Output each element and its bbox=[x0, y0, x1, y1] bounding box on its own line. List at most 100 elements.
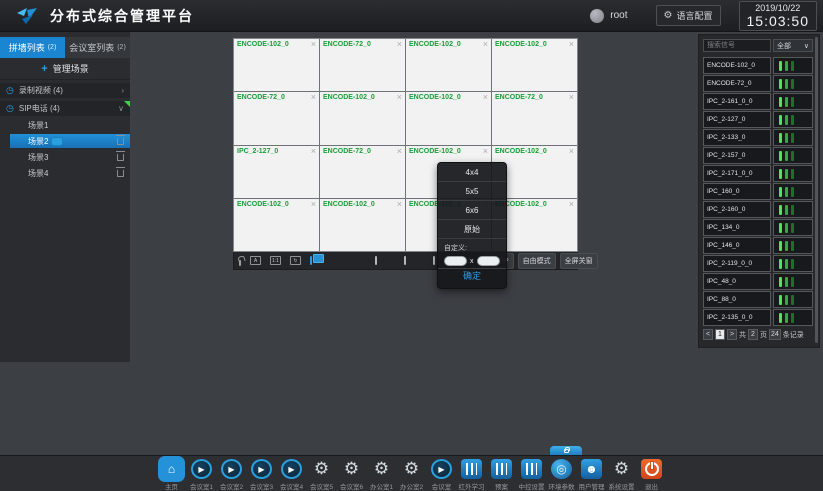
wall-cell[interactable]: ENCODE-102_0 × bbox=[234, 39, 319, 91]
close-icon[interactable]: × bbox=[311, 146, 316, 156]
wall-cell[interactable]: ENCODE-102_0 × bbox=[320, 199, 405, 251]
wall-mode-button[interactable]: 自由模式 bbox=[518, 253, 556, 269]
dock-item[interactable]: ▶ 会议室 bbox=[428, 459, 456, 491]
wall-cell[interactable]: ENCODE-72_0 × bbox=[320, 39, 405, 91]
wall-cell[interactable]: ENCODE-102_0 × bbox=[406, 92, 491, 144]
close-icon[interactable]: × bbox=[569, 39, 574, 49]
layout-columns-icon[interactable] bbox=[433, 256, 435, 265]
wall-cell[interactable]: ENCODE-102_0 × bbox=[234, 199, 319, 251]
current-page[interactable]: 1 bbox=[715, 329, 725, 340]
close-icon[interactable]: × bbox=[483, 146, 488, 156]
signal-list-item[interactable]: ENCODE-72_0 bbox=[703, 75, 813, 92]
signal-list-item[interactable]: IPC_2-160_0 bbox=[703, 201, 813, 218]
scrollbar[interactable] bbox=[815, 37, 818, 343]
close-icon[interactable]: × bbox=[569, 92, 574, 102]
dock-item-label: 会议室5 bbox=[310, 481, 333, 491]
layout-menu-item[interactable]: 原始 bbox=[438, 220, 506, 239]
dock-item[interactable]: ⚙ 会议室5 bbox=[308, 459, 336, 491]
close-icon[interactable]: × bbox=[397, 92, 402, 102]
search-input[interactable] bbox=[703, 39, 771, 52]
signal-list-item[interactable]: IPC_160_0 bbox=[703, 183, 813, 200]
unlock-icon[interactable] bbox=[239, 260, 241, 266]
wall-cell[interactable]: IPC_2-127_0 × bbox=[234, 146, 319, 198]
custom-rows-input[interactable] bbox=[477, 256, 500, 266]
sidebar-tab[interactable]: 拼墙列表 (2) bbox=[0, 37, 65, 58]
signal-list-item[interactable]: IPC_2-119_0_0 bbox=[703, 255, 813, 272]
confirm-button[interactable]: 确定 bbox=[438, 269, 506, 284]
close-icon[interactable]: × bbox=[397, 39, 402, 49]
dock-item[interactable]: ▶ 会议室1 bbox=[188, 459, 216, 491]
signal-filter-select[interactable]: 全部 ∨ bbox=[773, 39, 813, 52]
layout-quad-icon[interactable] bbox=[404, 256, 406, 265]
scene-item[interactable]: 场景4 bbox=[10, 166, 130, 180]
close-icon[interactable]: × bbox=[483, 39, 488, 49]
wall-cell[interactable]: ENCODE-102_0 × bbox=[406, 39, 491, 91]
tree-group-row[interactable]: ◷ 录制视频 (4) › bbox=[0, 83, 130, 98]
next-page-button[interactable]: > bbox=[727, 329, 737, 340]
dock-item[interactable]: 预案 bbox=[488, 459, 516, 491]
signal-list-item[interactable]: IPC_2-127_0 bbox=[703, 111, 813, 128]
signal-list-item[interactable]: ENCODE-102_0 bbox=[703, 57, 813, 74]
close-icon[interactable]: × bbox=[311, 92, 316, 102]
close-icon[interactable]: × bbox=[311, 199, 316, 209]
wall-mode-button[interactable]: 全屏关窗 bbox=[560, 253, 598, 269]
signal-list-item[interactable]: IPC_48_0 bbox=[703, 273, 813, 290]
tree-group-row[interactable]: ◷ SIP电话 (4) ∨ bbox=[0, 101, 130, 116]
dock-item[interactable]: ▶ 会议室4 bbox=[278, 459, 306, 491]
manage-scene-button[interactable]: + 管理场景 bbox=[0, 58, 130, 80]
close-icon[interactable]: × bbox=[569, 199, 574, 209]
dock-item[interactable]: 红外学习 bbox=[458, 459, 486, 491]
trash-icon[interactable] bbox=[117, 154, 124, 161]
dock-item[interactable]: ▶ 会议室3 bbox=[248, 459, 276, 491]
dock-item[interactable]: 退出 bbox=[638, 459, 666, 491]
screen-icon[interactable] bbox=[310, 256, 312, 265]
signal-list-item[interactable]: IPC_2-161_0_0 bbox=[703, 93, 813, 110]
dock-item[interactable]: ⚙ 会议室6 bbox=[338, 459, 366, 491]
trash-icon[interactable] bbox=[117, 138, 124, 145]
custom-cols-input[interactable] bbox=[444, 256, 467, 266]
signal-list-item[interactable]: IPC_2-157_0 bbox=[703, 147, 813, 164]
signal-list-item[interactable]: IPC_134_0 bbox=[703, 219, 813, 236]
prev-page-button[interactable]: < bbox=[703, 329, 713, 340]
signal-list-item[interactable]: IPC_88_0 bbox=[703, 291, 813, 308]
play-icon: ▶ bbox=[281, 459, 302, 479]
wall-cell[interactable]: ENCODE-72_0 × bbox=[320, 146, 405, 198]
font-a-icon[interactable]: A bbox=[250, 256, 261, 265]
signal-list-item[interactable]: IPC_2-171_0_0 bbox=[703, 165, 813, 182]
ratio-1-1-icon[interactable]: 1:1 bbox=[270, 256, 281, 265]
close-icon[interactable]: × bbox=[397, 199, 402, 209]
refresh-icon[interactable]: ↻ bbox=[290, 256, 301, 265]
dock-item[interactable]: ▶ 会议室2 bbox=[218, 459, 246, 491]
wall-cell[interactable]: ENCODE-102_0 × bbox=[492, 39, 577, 91]
scene-item[interactable]: 场景1 bbox=[10, 118, 130, 132]
dock-item[interactable]: ☻ 用户管理 bbox=[578, 459, 606, 491]
close-icon[interactable]: × bbox=[569, 146, 574, 156]
wall-cell[interactable]: ENCODE-72_0 × bbox=[492, 92, 577, 144]
wall-cell[interactable]: ENCODE-72_0 × bbox=[234, 92, 319, 144]
dock-collapse-handle[interactable] bbox=[550, 446, 582, 455]
layout-menu-item[interactable]: 6x6 bbox=[438, 201, 506, 220]
trash-icon[interactable] bbox=[117, 170, 124, 177]
scene-item[interactable]: 场景3 bbox=[10, 150, 130, 164]
dock-item[interactable]: ⚙ 系统设置 bbox=[608, 459, 636, 491]
dock-item[interactable]: ⚙ 办公室1 bbox=[368, 459, 396, 491]
layout-single-icon[interactable] bbox=[375, 256, 377, 265]
sidebar-tab[interactable]: 会议室列表 (2) bbox=[65, 37, 130, 58]
signal-list-item[interactable]: IPC_146_0 bbox=[703, 237, 813, 254]
layout-menu-item[interactable]: 5x5 bbox=[438, 182, 506, 201]
close-icon[interactable]: × bbox=[311, 39, 316, 49]
layout-menu-item[interactable]: 4x4 bbox=[438, 163, 506, 182]
dock-item[interactable]: ⌂ 主页 bbox=[158, 459, 186, 491]
language-config-button[interactable]: ⚙ 语言配置 bbox=[656, 5, 721, 26]
signal-list-item[interactable]: IPC_2-133_0 bbox=[703, 129, 813, 146]
user-menu[interactable]: root bbox=[590, 9, 627, 23]
wall-cell[interactable]: ENCODE-102_0 × bbox=[320, 92, 405, 144]
close-icon[interactable]: × bbox=[483, 92, 488, 102]
dock-item[interactable]: ⚙ 办公室2 bbox=[398, 459, 426, 491]
signal-list-item[interactable]: IPC_2-135_0_0 bbox=[703, 309, 813, 326]
signal-name: IPC_2-157_0 bbox=[703, 147, 771, 164]
dock-item[interactable]: 中控设置 bbox=[518, 459, 546, 491]
scene-item[interactable]: 场景2 bbox=[10, 134, 130, 148]
dock-item[interactable]: ◎ 环境参数 bbox=[548, 459, 576, 491]
close-icon[interactable]: × bbox=[397, 146, 402, 156]
